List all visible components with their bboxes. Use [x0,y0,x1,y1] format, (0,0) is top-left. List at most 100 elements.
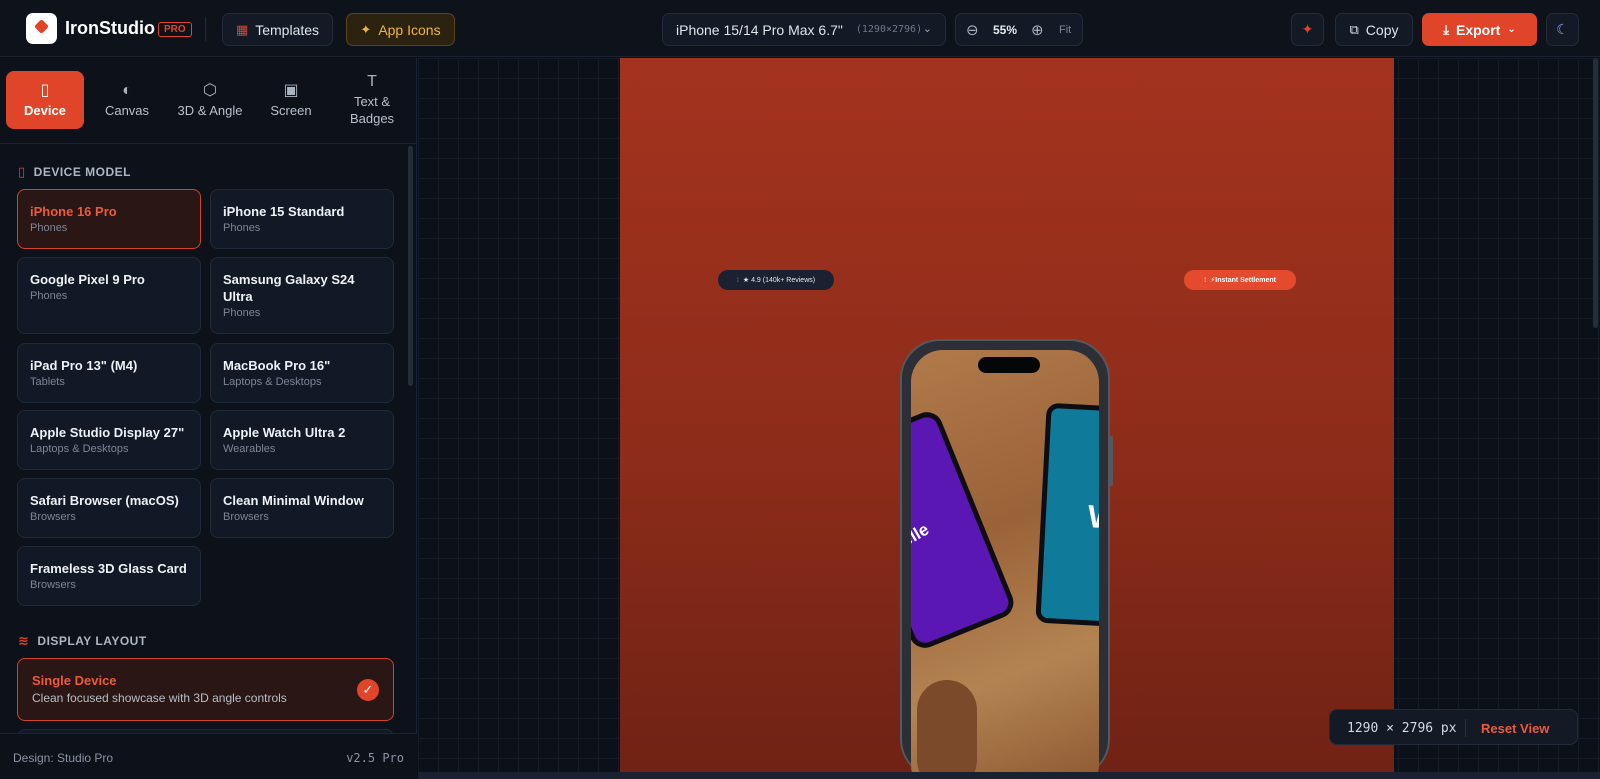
theme-toggle-button[interactable]: ☾ [1546,13,1579,46]
device-card-studio-display[interactable]: Apple Studio Display 27" Laptops & Deskt… [17,410,201,470]
sidebar-footer: Design: Studio Pro v2.5 Pro [0,733,417,779]
device-card-category: Browsers [223,511,269,523]
screen-text-right: W [1087,498,1099,536]
zoom-fit-button[interactable]: Fit [1059,24,1071,36]
device-mockup[interactable]: elle W [900,339,1113,779]
device-card-category: Wearables [223,443,276,455]
device-card-name: Frameless 3D Glass Card [30,561,187,576]
device-card-name: iPhone 16 Pro [30,204,117,219]
tab-text-badges[interactable]: T Text & Badges [333,67,411,133]
device-card-name: Samsung Galaxy S24 Ultra [223,272,355,304]
rating-badge[interactable]: ⁞ ★ 4.9 (140k+ Reviews) [718,270,834,290]
device-card-iphone-16-pro[interactable]: iPhone 16 Pro Phones [17,189,201,249]
palette-icon: ◐ [122,81,132,99]
chevron-down-icon: ⌄ [922,23,932,35]
device-card-macbook-pro[interactable]: MacBook Pro 16" Laptops & Desktops [210,343,394,403]
settlement-badge-text: ⚡Instant Settlement [1210,277,1276,284]
tab-canvas[interactable]: ◐ Canvas [88,71,166,129]
device-card-category: Phones [30,290,68,302]
canvas-bottom-scrollbar[interactable] [418,772,1600,779]
layout-option-single-device[interactable]: Single Device Clean focused showcase wit… [17,658,394,721]
canvas-dimensions: 1290 × 2796 px [1347,721,1457,736]
device-card-galaxy-s24-ultra[interactable]: Samsung Galaxy S24 Ultra Phones [210,257,394,334]
image-icon: ▣ [283,81,299,99]
device-card-ipad-pro[interactable]: iPad Pro 13" (M4) Tablets [17,343,201,403]
device-card-name: Clean Minimal Window [223,493,364,508]
reset-view-button[interactable]: Reset View [1481,721,1549,736]
device-card-category: Laptops & Desktops [223,376,322,388]
sidebar-tabs: ▯ Device ◐ Canvas ⬡ 3D & Angle ▣ Screen … [0,58,417,144]
copy-button[interactable]: ⧉ Copy [1335,13,1413,46]
device-card-name: Apple Watch Ultra 2 [223,425,346,440]
toolbar-divider [205,17,206,41]
sidebar-scrollbar[interactable] [408,146,413,386]
device-card-category: Browsers [30,511,76,523]
display-layout-heading: ≋ DISPLAY LAYOUT [18,633,147,649]
chevron-down-icon: ⌄ [1507,24,1516,35]
device-card-watch-ultra[interactable]: Apple Watch Ultra 2 Wearables [210,410,394,470]
device-card-name: Apple Studio Display 27" [30,425,185,440]
export-button[interactable]: ⤓ Export ⌄ [1422,13,1537,46]
device-model-title: DEVICE MODEL [33,165,131,179]
zoom-in-icon[interactable]: ⊕ [1031,21,1044,39]
sparkles-icon: ✦ [1301,21,1314,37]
device-card-category: Phones [223,222,261,234]
device-card-category: Phones [30,222,68,234]
device-card-name: iPhone 15 Standard [223,204,345,219]
zoom-out-icon[interactable]: ⊖ [966,21,979,39]
device-card-category: Phones [223,307,261,319]
rating-badge-text: ★ 4.9 (140k+ Reviews) [742,277,816,284]
app-name-part2: Studio [99,18,155,38]
artboard[interactable]: ⁞ ★ 4.9 (140k+ Reviews) ⁞ ⚡Instant Settl… [620,58,1394,779]
app-logo [26,13,57,44]
text-icon: T [367,73,377,90]
device-card-safari-browser[interactable]: Safari Browser (macOS) Browsers [17,478,201,538]
version-label: v2.5 Pro [346,751,404,765]
check-icon: ✓ [357,679,379,701]
layout-option-name: Single Device [32,673,117,688]
layout-option-description: Clean focused showcase with 3D angle con… [32,691,287,705]
drag-handle-icon: ⁞ [1204,276,1207,284]
device-card-iphone-15-standard[interactable]: iPhone 15 Standard Phones [210,189,394,249]
templates-button[interactable]: ▦ Templates [222,13,333,46]
device-card-glass-card[interactable]: Frameless 3D Glass Card Browsers [17,546,201,606]
device-preset-select[interactable]: iPhone 15/14 Pro Max 6.7" (1290×2796) ⌄ [662,13,946,46]
device-card-clean-window[interactable]: Clean Minimal Window Browsers [210,478,394,538]
zoom-controls: ⊖ 55% ⊕ Fit [955,13,1083,46]
canvas-scrollbar[interactable] [1593,58,1598,328]
layers-icon: ≋ [18,633,30,648]
device-preset-label: iPhone 15/14 Pro Max 6.7" [676,21,843,38]
device-card-category: Browsers [30,579,76,591]
display-layout-title: DISPLAY LAYOUT [37,634,147,648]
design-label: Design: Studio Pro [13,751,114,765]
dynamic-island [978,357,1040,373]
screen-text-left: elle [911,519,933,551]
app-icons-label: App Icons [378,21,441,38]
device-card-category: Tablets [30,376,65,388]
screenshot-phone-teal: W [1035,402,1099,628]
tab-device[interactable]: ▯ Device [6,71,84,129]
device-model-heading: ▯ DEVICE MODEL [18,164,131,180]
drag-handle-icon: ⁞ [736,276,739,284]
left-sidebar: ▯ Device ◐ Canvas ⬡ 3D & Angle ▣ Screen … [0,58,417,779]
device-card-name: Safari Browser (macOS) [30,493,179,508]
screenshot-phone-purple: elle [911,407,1019,653]
settlement-badge[interactable]: ⁞ ⚡Instant Settlement [1184,270,1296,290]
templates-label: Templates [255,21,320,38]
tab-label: Text & Badges [349,94,395,126]
side-button [1110,436,1113,486]
tab-screen[interactable]: ▣ Screen [252,71,330,129]
tab-3d-angle[interactable]: ⬡ 3D & Angle [170,71,250,129]
app-icons-button[interactable]: ✦ App Icons [346,13,455,46]
download-icon: ⤓ [1443,21,1449,37]
app-name-part1: Iron [65,18,99,38]
magic-button[interactable]: ✦ [1291,13,1324,46]
device-screen: elle W [911,350,1099,779]
zoom-level: 55% [993,23,1018,37]
screenshot-hand [917,680,977,779]
device-card-name: iPad Pro 13" (M4) [30,358,138,373]
device-card-name: Google Pixel 9 Pro [30,272,145,287]
device-preset-resolution: (1290×2796) [855,24,923,35]
moon-icon: ☾ [1556,21,1569,37]
device-card-pixel-9-pro[interactable]: Google Pixel 9 Pro Phones [17,257,201,334]
